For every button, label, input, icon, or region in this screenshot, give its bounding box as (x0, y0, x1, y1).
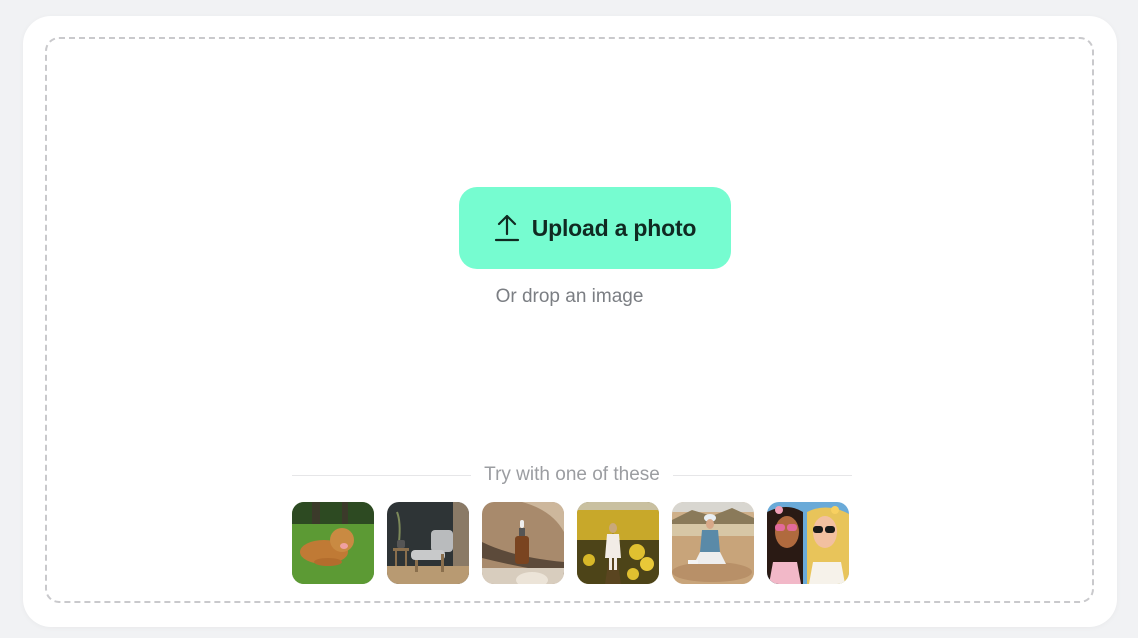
illustration-image (767, 502, 849, 584)
sample-thumbnail-dog[interactable] (292, 502, 374, 584)
sample-thumbnail-desert[interactable] (672, 502, 754, 584)
sample-thumbnail-field[interactable] (577, 502, 659, 584)
field-image (577, 502, 659, 584)
divider-line-left (292, 474, 472, 476)
samples-heading: Try with one of these (484, 464, 660, 485)
chair-image (387, 502, 469, 584)
upload-button-label: Upload a photo (531, 214, 697, 241)
upload-photo-button[interactable]: Upload a photo (459, 187, 731, 269)
sample-thumbnail-bottle[interactable] (482, 502, 564, 584)
sample-thumbnail-chair[interactable] (387, 502, 469, 584)
desert-image (672, 502, 754, 584)
divider-line-right (672, 474, 853, 476)
image-dropzone[interactable]: Upload a photo Or drop an image Try with… (45, 37, 1094, 603)
sample-thumbnails (292, 502, 849, 584)
dog-image (292, 502, 374, 584)
upload-card: Upload a photo Or drop an image Try with… (23, 16, 1117, 627)
drop-hint-text: Or drop an image (495, 286, 644, 307)
upload-arrow-icon (494, 214, 519, 242)
bottle-image (482, 502, 564, 584)
sample-thumbnail-illustration[interactable] (767, 502, 849, 584)
samples-divider: Try with one of these (292, 464, 853, 486)
